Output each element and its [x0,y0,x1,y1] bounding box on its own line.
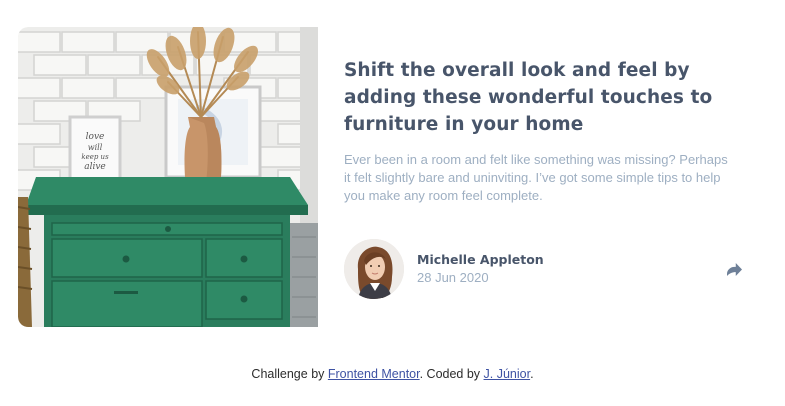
publish-date: 28 Jun 2020 [417,270,489,285]
attribution-suffix: . [530,367,534,381]
svg-text:love: love [86,132,105,142]
share-icon [726,262,742,276]
author-link[interactable]: J. Júnior [484,367,531,381]
frontend-mentor-link[interactable]: Frontend Mentor [328,367,420,381]
svg-text:keep us: keep us [81,153,109,161]
drawers-illustration: love will keep us alive [18,27,318,327]
article-body: Shift the overall look and feel by addin… [344,27,744,327]
svg-text:will: will [88,143,103,152]
svg-text:alive: alive [84,162,106,172]
drawers-photo: love will keep us alive [18,27,318,327]
author-name: Michelle Appleton [417,252,544,267]
article-card: love will keep us alive Shift the overal… [18,27,766,327]
article-title: Shift the overall look and feel by addin… [344,60,713,135]
article-description: Ever been in a room and felt like someth… [344,152,728,203]
attribution-prefix: Challenge by [251,367,328,381]
avatar-photo [344,239,404,299]
author-section: Michelle Appleton 28 Jun 2020 [344,239,744,299]
avatar [344,239,404,299]
attribution-middle: . Coded by [419,367,484,381]
share-button[interactable] [720,255,748,283]
attribution: Challenge by Frontend Mentor. Coded by J… [0,367,785,381]
